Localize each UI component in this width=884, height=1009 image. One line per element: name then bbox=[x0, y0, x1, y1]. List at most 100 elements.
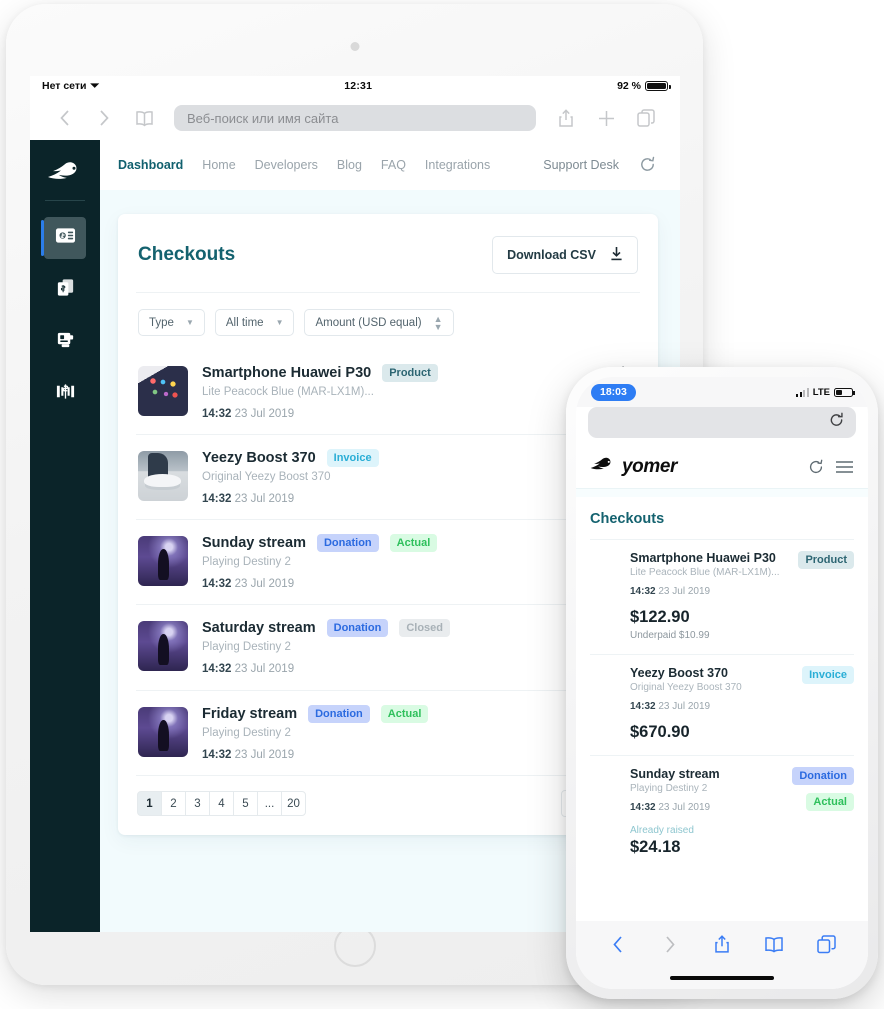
filter-type[interactable]: Type ▼ bbox=[138, 309, 205, 336]
nav-link-dashboard[interactable]: Dashboard bbox=[118, 158, 183, 172]
book-icon[interactable] bbox=[757, 929, 791, 959]
row-date: 23 Jul 2019 bbox=[234, 749, 295, 761]
download-csv-button[interactable]: Download CSV bbox=[492, 236, 638, 274]
page-20[interactable]: 20 bbox=[281, 791, 306, 816]
row-date: 23 Jul 2019 bbox=[234, 493, 295, 505]
row-timestamp: 14:32 23 Jul 2019 bbox=[202, 578, 628, 590]
page-5[interactable]: 5 bbox=[233, 791, 258, 816]
share-icon[interactable] bbox=[546, 101, 586, 135]
nav-link-integrations[interactable]: Integrations bbox=[425, 158, 490, 172]
table-row[interactable]: Saturday stream Donation Closed Playing … bbox=[136, 604, 640, 690]
status-badge: Donation bbox=[308, 705, 370, 723]
status-badge: Product bbox=[382, 364, 438, 382]
yomer-logo-icon bbox=[590, 456, 615, 478]
row-subtitle: Lite Peacock Blue (MAR-LX1M)... bbox=[630, 567, 780, 578]
page-title: Checkouts bbox=[138, 244, 236, 265]
row-subtitle: Original Yeezy Boost 370 bbox=[202, 471, 331, 483]
app-sidebar bbox=[30, 140, 100, 932]
status-time: 12:31 bbox=[344, 80, 373, 92]
page-1[interactable]: 1 bbox=[137, 791, 162, 816]
nav-link-faq[interactable]: FAQ bbox=[381, 158, 406, 172]
game-thumb bbox=[590, 769, 620, 799]
yomer-logo-icon[interactable] bbox=[42, 154, 88, 190]
row-amount-note: Underpaid $10.99 bbox=[630, 630, 710, 641]
list-item[interactable]: Sunday stream Playing Destiny 2 14:32 23… bbox=[590, 755, 854, 870]
row-info: Sunday stream Donation Actual Playing De… bbox=[188, 534, 628, 590]
status-badge: Actual bbox=[389, 534, 438, 552]
row-date: 23 Jul 2019 bbox=[658, 701, 711, 712]
top-navigation: Dashboard Home Developers Blog FAQ Integ… bbox=[100, 140, 680, 190]
nav-link-home[interactable]: Home bbox=[202, 158, 235, 172]
nav-link-developers[interactable]: Developers bbox=[255, 158, 318, 172]
sidebar-item-checkouts[interactable] bbox=[41, 217, 86, 259]
row-info: Smartphone Huawei P30 Product Lite Peaco… bbox=[188, 364, 607, 420]
plus-icon[interactable] bbox=[586, 101, 626, 135]
row-time: 14:32 bbox=[202, 663, 232, 675]
loader-icon[interactable] bbox=[807, 458, 825, 476]
status-badge: Closed bbox=[399, 619, 450, 637]
row-time: 14:32 bbox=[202, 749, 232, 761]
phone-url-bar[interactable] bbox=[588, 407, 856, 438]
sidebar-item-invoices[interactable] bbox=[44, 269, 86, 311]
table-row[interactable]: Smartphone Huawei P30 Product Lite Peaco… bbox=[136, 350, 640, 434]
support-desk-link[interactable]: Support Desk bbox=[543, 158, 619, 172]
row-timestamp: 14:32 23 Jul 2019 bbox=[630, 802, 786, 813]
share-icon[interactable] bbox=[705, 929, 739, 959]
chevron-right-icon[interactable] bbox=[84, 101, 124, 135]
filter-amount[interactable]: Amount (USD equal) ▲ ▼ bbox=[304, 309, 454, 336]
smartphone-thumb bbox=[590, 553, 620, 583]
download-csv-label: Download CSV bbox=[507, 248, 596, 262]
filter-time[interactable]: All time ▼ bbox=[214, 309, 295, 336]
book-icon[interactable] bbox=[124, 101, 164, 135]
phone-body: Checkouts Smartphone Huawei P30 Lite Pea… bbox=[576, 489, 868, 921]
list-item[interactable]: Yeezy Boost 370 Original Yeezy Boost 370… bbox=[590, 654, 854, 755]
filter-time-label: All time bbox=[225, 316, 264, 329]
page-4[interactable]: 4 bbox=[209, 791, 234, 816]
battery-percent-label: 92 % bbox=[617, 80, 641, 92]
tabs-icon[interactable] bbox=[809, 929, 843, 959]
row-timestamp: 14:32 23 Jul 2019 bbox=[630, 701, 796, 712]
reload-icon[interactable] bbox=[829, 412, 844, 433]
sidebar-item-payouts[interactable] bbox=[44, 373, 86, 415]
status-badge: Donation bbox=[326, 619, 389, 637]
page-3[interactable]: 3 bbox=[185, 791, 210, 816]
table-row[interactable]: Friday stream Donation Actual Playing De… bbox=[136, 690, 640, 775]
nav-link-blog[interactable]: Blog bbox=[337, 158, 362, 172]
status-badge: Actual bbox=[806, 793, 854, 811]
row-timestamp: 14:32 23 Jul 2019 bbox=[202, 493, 628, 505]
sidebar-item-products[interactable] bbox=[44, 321, 86, 363]
products-icon bbox=[55, 329, 76, 355]
phone-app-bar: yomer bbox=[576, 445, 868, 489]
table-row[interactable]: Sunday stream Donation Actual Playing De… bbox=[136, 519, 640, 604]
row-time: 14:32 bbox=[202, 578, 232, 590]
row-date: 23 Jul 2019 bbox=[658, 802, 711, 813]
card-header: Checkouts Download CSV bbox=[136, 214, 640, 293]
invoices-icon bbox=[55, 277, 76, 303]
row-title: Smartphone Huawei P30 bbox=[202, 365, 372, 381]
chevron-left-icon[interactable] bbox=[44, 101, 84, 135]
page-2[interactable]: 2 bbox=[161, 791, 186, 816]
row-time: 14:32 bbox=[630, 586, 656, 597]
row-title: Yeezy Boost 370 bbox=[630, 666, 728, 680]
game-thumb bbox=[138, 536, 188, 586]
chevron-left-icon[interactable] bbox=[601, 929, 635, 959]
row-title: Sunday stream bbox=[630, 767, 720, 781]
row-timestamp: 14:32 23 Jul 2019 bbox=[202, 663, 618, 675]
row-amount-lead: Already raised bbox=[630, 825, 694, 836]
pagination: 1 2 3 4 5 ... 20 bbox=[136, 775, 640, 835]
brand-logo[interactable]: yomer bbox=[590, 456, 677, 478]
table-row[interactable]: Yeezy Boost 370 Invoice Original Yeezy B… bbox=[136, 434, 640, 519]
game-thumb bbox=[138, 621, 188, 671]
row-info: Friday stream Donation Actual Playing De… bbox=[188, 705, 628, 761]
payouts-icon bbox=[55, 381, 76, 407]
status-badge: Actual bbox=[380, 705, 429, 723]
hamburger-menu-icon[interactable] bbox=[835, 460, 854, 474]
chevron-down-icon: ▼ bbox=[275, 318, 284, 327]
url-input[interactable]: Веб-поиск или имя сайта bbox=[174, 105, 536, 131]
phone-checkouts-card: Checkouts Smartphone Huawei P30 Lite Pea… bbox=[576, 497, 868, 921]
list-item[interactable]: Smartphone Huawei P30 Lite Peacock Blue … bbox=[590, 539, 854, 654]
tabs-icon[interactable] bbox=[626, 101, 666, 135]
filter-amount-label: Amount (USD equal) bbox=[315, 316, 422, 329]
battery-icon bbox=[645, 80, 671, 92]
url-placeholder: Веб-поиск или имя сайта bbox=[187, 110, 339, 126]
